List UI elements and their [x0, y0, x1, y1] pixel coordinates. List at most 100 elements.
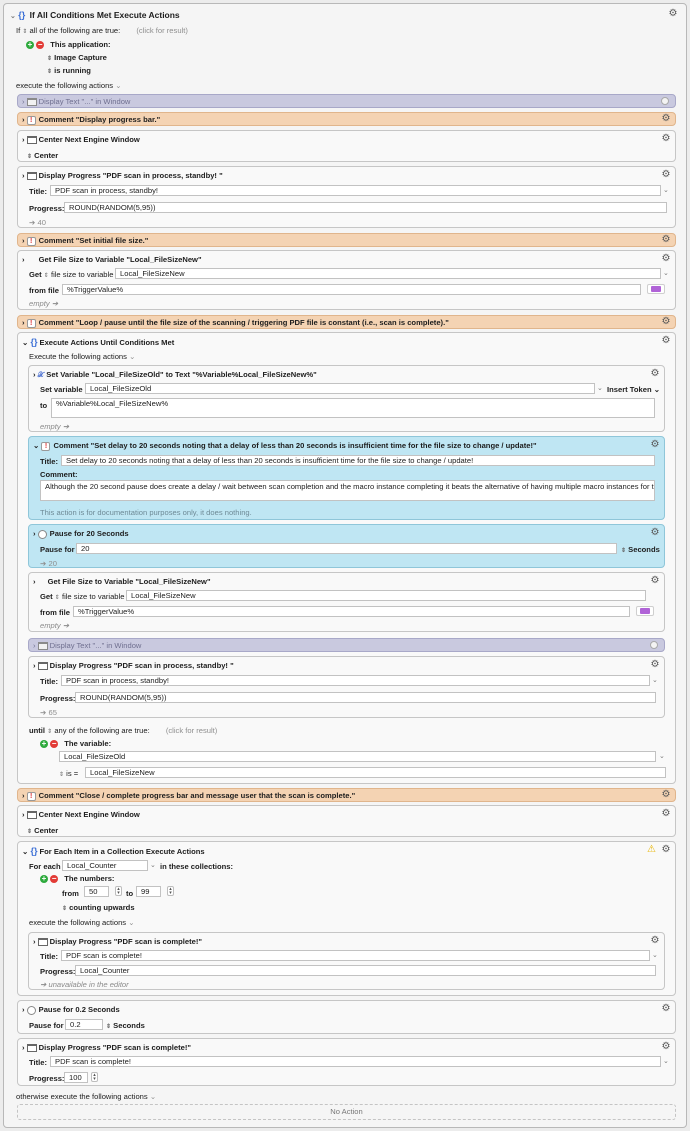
chevron-down-icon[interactable]: ⌄: [663, 186, 669, 194]
text-field[interactable]: %Variable%Local_FileSizeNew%: [51, 398, 655, 418]
gear-icon[interactable]: ⚙: [650, 576, 660, 586]
gear-icon[interactable]: ⚙: [661, 254, 671, 264]
from-field[interactable]: 50: [84, 886, 109, 897]
action-display-text-disabled[interactable]: › Display Text "..." in Window: [17, 94, 676, 108]
action-display-progress[interactable]: › Display Progress "PDF scan is complete…: [28, 932, 665, 990]
progress-stepper[interactable]: ▴ ▾: [91, 1072, 98, 1082]
progress-field[interactable]: ROUND(RANDOM(5,95)): [64, 202, 667, 213]
remove-condition-icon[interactable]: −: [50, 740, 59, 748]
progress-field[interactable]: 100: [64, 1072, 88, 1083]
add-condition-icon[interactable]: +: [40, 740, 48, 748]
gear-icon[interactable]: ⚙: [650, 369, 660, 379]
gear-icon[interactable]: ⚙: [661, 809, 671, 819]
gear-icon[interactable]: ⚙: [650, 660, 660, 670]
title-field[interactable]: PDF scan in process, standby!: [50, 185, 661, 196]
action-get-file-size[interactable]: › Get File Size to Variable "Local_FileS…: [28, 572, 665, 632]
gear-icon[interactable]: ⚙: [661, 845, 671, 855]
gear-icon[interactable]: ⚙: [661, 317, 671, 327]
action-execute-until[interactable]: ⌄ {} Execute Actions Until Conditions Met…: [17, 332, 676, 784]
what-select[interactable]: file size: [51, 270, 76, 279]
chevron-down-icon[interactable]: ⌄: [652, 676, 658, 684]
no-action-dropzone[interactable]: No Action: [17, 1104, 676, 1120]
operator-select[interactable]: ⇕ is =: [59, 769, 78, 778]
chevron-down-icon[interactable]: ⌄: [663, 269, 669, 277]
action-center-window[interactable]: › Center Next Engine Window ⚙ ⇕ Center: [17, 805, 676, 837]
gear-icon[interactable]: ⚙: [661, 235, 671, 245]
comment-field[interactable]: Although the 20 second pause does create…: [40, 480, 655, 501]
what-select[interactable]: file size: [62, 592, 87, 601]
compare-field[interactable]: Local_FileSizeNew: [85, 767, 666, 778]
chevron-down-icon[interactable]: ⌄: [597, 384, 603, 392]
add-collection-icon[interactable]: +: [40, 875, 48, 883]
enable-toggle[interactable]: [650, 641, 658, 649]
progress-field[interactable]: ROUND(RANDOM(5,95)): [75, 692, 656, 703]
gear-icon[interactable]: ⚙: [650, 440, 660, 450]
condition-variable-field[interactable]: Local_FileSizeOld: [59, 751, 656, 762]
gear-icon[interactable]: ⚙: [661, 1004, 671, 1014]
variable-field[interactable]: Local_FileSizeNew: [126, 590, 646, 601]
add-condition-icon[interactable]: +: [26, 41, 34, 49]
chevron-down-icon[interactable]: ⌄: [663, 1057, 669, 1065]
variable-field[interactable]: Local_FileSizeOld: [85, 383, 595, 394]
action-get-file-size[interactable]: › Get File Size to Variable "Local_FileS…: [17, 250, 676, 310]
title-field[interactable]: PDF scan in process, standby!: [61, 675, 650, 686]
action-center-window[interactable]: › Center Next Engine Window ⚙ ⇕ Center: [17, 130, 676, 162]
folder-icon[interactable]: [636, 606, 654, 616]
progress-field[interactable]: Local_Counter: [75, 965, 656, 976]
action-display-progress[interactable]: › Display Progress "PDF scan in process,…: [17, 166, 676, 228]
updown-icon[interactable]: ⇕: [47, 729, 52, 735]
action-display-progress[interactable]: › Display Progress "PDF scan is complete…: [17, 1038, 676, 1086]
counting-select[interactable]: ⇕ counting upwards: [62, 903, 135, 912]
unit-select[interactable]: ⇕ Seconds: [621, 545, 660, 554]
gear-icon[interactable]: ⚙: [661, 790, 671, 800]
action-pause[interactable]: › Pause for 20 Seconds ⚙ Pause for 20 ⇕ …: [28, 524, 665, 568]
execute-label[interactable]: Execute the following actions ⌄: [29, 352, 135, 361]
chevron-down-icon[interactable]: ⌄: [150, 861, 156, 869]
gear-icon[interactable]: ⚙: [668, 9, 678, 19]
app-state[interactable]: ⇕ is running: [47, 66, 91, 75]
to-stepper[interactable]: ▴ ▾: [167, 886, 174, 896]
action-display-text-disabled[interactable]: › Display Text "..." in Window: [28, 638, 665, 652]
gear-icon[interactable]: ⚙: [661, 336, 671, 346]
from-file-field[interactable]: %TriggerValue%: [73, 606, 630, 617]
variable-field[interactable]: Local_Counter: [62, 860, 148, 871]
gear-icon[interactable]: ⚙: [650, 936, 660, 946]
execute-label[interactable]: execute the following actions ⌄: [16, 81, 122, 90]
chevron-down-icon[interactable]: ⌄: [652, 951, 658, 959]
action-comment[interactable]: › ! Comment "Set initial file size." ⚙: [17, 233, 676, 247]
to-field[interactable]: 99: [136, 886, 161, 897]
app-name[interactable]: ⇕ Image Capture: [47, 53, 107, 62]
action-display-progress[interactable]: › Display Progress "PDF scan in process,…: [28, 656, 665, 718]
center-select[interactable]: ⇕ Center: [27, 826, 58, 835]
action-set-variable[interactable]: › 𝒳 Set Variable "Local_FileSizeOld" to …: [28, 365, 665, 432]
until-condition[interactable]: any of the following are true:: [54, 726, 149, 735]
from-stepper[interactable]: ▴ ▾: [115, 886, 122, 896]
pause-field[interactable]: 0.2: [65, 1019, 103, 1030]
gear-icon[interactable]: ⚙: [661, 170, 671, 180]
insert-token-button[interactable]: Insert Token ⌄: [607, 385, 660, 394]
folder-icon[interactable]: [647, 284, 665, 294]
execute-label[interactable]: execute the following actions ⌄: [29, 918, 135, 927]
from-file-field[interactable]: %TriggerValue%: [62, 284, 641, 295]
updown-icon[interactable]: ⇕: [44, 273, 49, 279]
if-condition[interactable]: all of the following are true:: [30, 26, 121, 35]
root-header[interactable]: ⌄ {} If All Conditions Met Execute Actio…: [10, 10, 180, 20]
gear-icon[interactable]: ⚙: [650, 528, 660, 538]
action-comment[interactable]: › ! Comment "Close / complete progress ba…: [17, 788, 676, 802]
click-result[interactable]: (click for result): [166, 726, 217, 735]
updown-icon[interactable]: ⇕: [22, 29, 27, 35]
action-comment[interactable]: › ! Comment "Display progress bar." ⚙: [17, 112, 676, 126]
gear-icon[interactable]: ⚙: [661, 1042, 671, 1052]
action-pause[interactable]: › Pause for 0.2 Seconds ⚙ Pause for 0.2 …: [17, 1000, 676, 1034]
click-result[interactable]: (click for result): [136, 26, 187, 35]
title-field[interactable]: PDF scan is complete!: [50, 1056, 661, 1067]
chevron-down-icon[interactable]: ⌄: [659, 752, 665, 760]
title-field[interactable]: Set delay to 20 seconds noting that a de…: [61, 455, 655, 466]
disclosure-icon[interactable]: ⌄: [10, 13, 16, 20]
variable-field[interactable]: Local_FileSizeNew: [115, 268, 661, 279]
warning-icon[interactable]: ⚠: [647, 845, 656, 855]
action-for-each[interactable]: ⌄ {} For Each Item in a Collection Execut…: [17, 841, 676, 996]
gear-icon[interactable]: ⚙: [661, 134, 671, 144]
gear-icon[interactable]: ⚙: [661, 114, 671, 124]
remove-collection-icon[interactable]: −: [50, 875, 59, 883]
